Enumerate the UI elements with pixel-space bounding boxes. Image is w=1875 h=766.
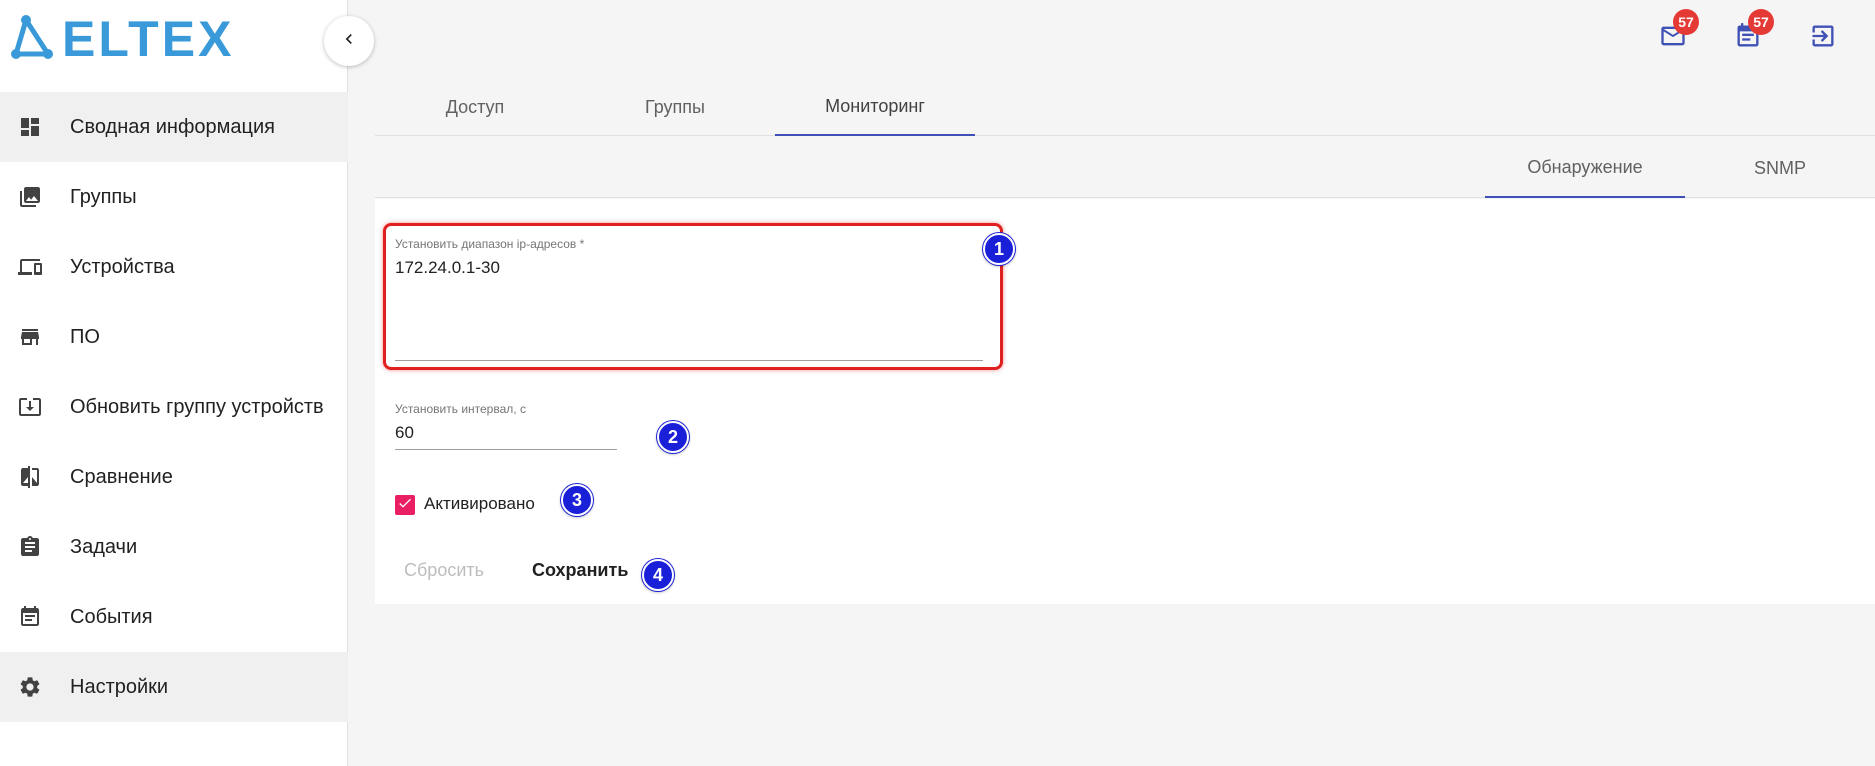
sidebar-item-label: Сводная информация — [70, 115, 275, 138]
sidebar-item-summary[interactable]: Сводная информация — [0, 92, 348, 162]
chevron-left-icon — [339, 29, 359, 54]
subtab-snmp[interactable]: SNMP — [1685, 138, 1875, 198]
sidebar-item-label: Группы — [70, 185, 137, 208]
sidebar-item-label: Настройки — [70, 675, 169, 698]
system-update-icon — [16, 393, 44, 421]
interval-label: Установить интервал, с — [395, 402, 526, 416]
interval-underline — [395, 449, 617, 450]
assignment-icon — [16, 533, 44, 561]
logo-text: ELTEX — [62, 11, 235, 67]
marker-1: 1 — [983, 233, 1015, 265]
photo-library-icon — [16, 183, 44, 211]
sidebar-item-label: События — [70, 605, 153, 628]
event-note-icon — [16, 603, 44, 631]
dashboard-icon — [16, 113, 44, 141]
sidebar: ELTEX Сводная информация Группы Устройст… — [0, 0, 348, 766]
events-badge: 57 — [1748, 9, 1774, 35]
devices-icon — [16, 253, 44, 281]
sidebar-nav: Сводная информация Группы Устройства ПО … — [0, 92, 348, 722]
ip-range-textarea[interactable]: 172.24.0.1-30 — [395, 258, 955, 358]
activated-label: Активировано — [424, 494, 535, 513]
logout-icon — [1809, 22, 1837, 55]
ip-range-label: Установить диапазон ip-адресов * — [395, 237, 585, 251]
sidebar-item-devices[interactable]: Устройства — [0, 232, 348, 302]
sidebar-item-label: Задачи — [70, 535, 138, 558]
sidebar-item-groups[interactable]: Группы — [0, 162, 348, 232]
activated-checkbox[interactable] — [395, 495, 415, 515]
sub-tabs: Обнаружение SNMP — [375, 138, 1875, 198]
compare-icon — [16, 463, 44, 491]
sidebar-item-label: ПО — [70, 325, 100, 348]
logout-button[interactable] — [1807, 22, 1839, 54]
sidebar-item-compare[interactable]: Сравнение — [0, 442, 348, 512]
eltex-logo: ELTEX — [8, 14, 234, 64]
sidebar-item-label: Устройства — [70, 255, 175, 278]
marker-2: 2 — [657, 421, 689, 453]
reset-button[interactable]: Сбросить — [404, 560, 484, 581]
ip-range-underline — [395, 360, 983, 361]
top-bar: 57 57 — [375, 0, 1875, 76]
sidebar-item-label: Сравнение — [70, 465, 173, 488]
subtab-discovery[interactable]: Обнаружение — [1485, 138, 1685, 198]
mail-badge: 57 — [1673, 9, 1699, 35]
sidebar-item-update-group[interactable]: Обновить группу устройств — [0, 372, 348, 442]
discovery-form: Установить диапазон ip-адресов * 172.24.… — [375, 199, 1875, 604]
gear-icon — [16, 673, 44, 701]
sidebar-item-software[interactable]: ПО — [0, 302, 348, 372]
tab-monitoring[interactable]: Мониторинг — [775, 78, 975, 136]
sidebar-item-events[interactable]: События — [0, 582, 348, 652]
events-button[interactable]: 57 — [1732, 9, 1774, 54]
logo-mark-icon — [8, 14, 60, 64]
main-tabs: Доступ Группы Мониторинг — [375, 78, 1875, 136]
marker-3: 3 — [561, 484, 593, 516]
check-icon — [397, 495, 413, 516]
collapse-sidebar-button[interactable] — [324, 16, 374, 66]
save-button[interactable]: Сохранить — [532, 560, 628, 581]
marker-4: 4 — [642, 559, 674, 591]
sidebar-item-settings[interactable]: Настройки — [0, 652, 348, 722]
sidebar-item-tasks[interactable]: Задачи — [0, 512, 348, 582]
tab-groups[interactable]: Группы — [575, 78, 775, 136]
interval-input[interactable]: 60 — [395, 423, 617, 447]
store-icon — [16, 323, 44, 351]
tab-access[interactable]: Доступ — [375, 78, 575, 136]
sidebar-item-label: Обновить группу устройств — [70, 395, 324, 418]
mail-button[interactable]: 57 — [1657, 9, 1699, 54]
